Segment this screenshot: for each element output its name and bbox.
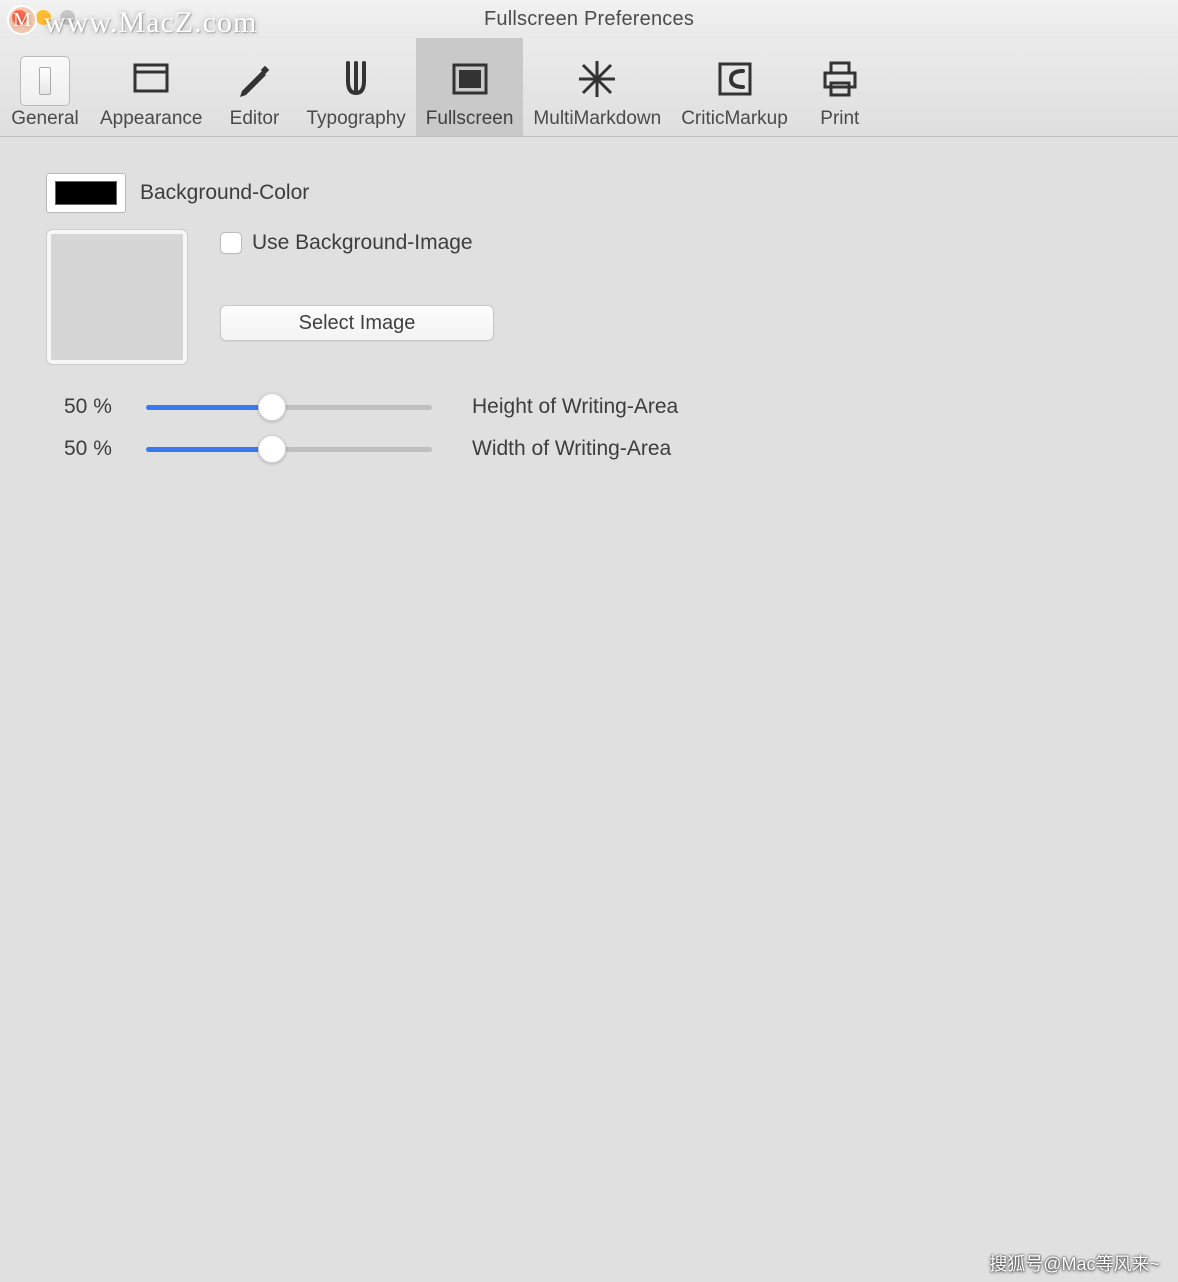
tab-label: Fullscreen <box>424 108 516 130</box>
tab-editor[interactable]: Editor <box>212 38 296 136</box>
editor-icon <box>232 57 276 106</box>
width-slider-value: 50 % <box>46 437 146 461</box>
background-color-well[interactable] <box>46 173 126 213</box>
fullscreen-icon <box>448 57 492 106</box>
print-icon <box>818 57 862 106</box>
use-background-image-label: Use Background-Image <box>252 231 473 255</box>
tab-label: General <box>9 108 81 130</box>
width-slider[interactable] <box>146 435 432 463</box>
tab-label: Appearance <box>98 108 204 130</box>
select-image-button[interactable]: Select Image <box>220 305 494 341</box>
tab-multimarkdown[interactable]: MultiMarkdown <box>523 38 671 136</box>
image-options: Use Background-Image Select Image <box>220 229 494 341</box>
appearance-icon <box>129 57 173 106</box>
height-slider[interactable] <box>146 393 432 421</box>
zoom-button[interactable] <box>60 10 75 25</box>
width-slider-label: Width of Writing-Area <box>472 437 671 461</box>
height-slider-value: 50 % <box>46 395 146 419</box>
tab-general[interactable]: General <box>0 38 90 136</box>
tab-label: Print <box>818 108 861 130</box>
background-color-swatch <box>55 181 117 205</box>
window-title: Fullscreen Preferences <box>484 8 694 31</box>
traffic-lights <box>12 10 75 25</box>
tab-label: CriticMarkup <box>679 108 790 130</box>
tab-appearance[interactable]: Appearance <box>90 38 212 136</box>
use-background-image-checkbox[interactable] <box>220 232 242 254</box>
preferences-toolbar: General Appearance Editor Typography Ful <box>0 38 1178 137</box>
tab-print[interactable]: Print <box>798 38 882 136</box>
height-slider-row: 50 % Height of Writing-Area <box>46 393 1132 421</box>
preferences-window: Fullscreen Preferences General Appearanc… <box>0 0 1178 1282</box>
slider-thumb[interactable] <box>258 393 286 421</box>
tab-typography[interactable]: Typography <box>296 38 415 136</box>
use-background-image-row: Use Background-Image <box>220 231 494 255</box>
criticmarkup-icon <box>713 57 757 106</box>
sliders-group: 50 % Height of Writing-Area 50 % Width o… <box>46 393 1132 463</box>
multimarkdown-icon <box>575 57 619 106</box>
close-button[interactable] <box>12 10 27 25</box>
titlebar: Fullscreen Preferences <box>0 0 1178 38</box>
tab-label: Typography <box>304 108 407 130</box>
background-color-label: Background-Color <box>140 181 309 205</box>
slider-fill <box>146 405 272 410</box>
general-icon <box>20 56 70 106</box>
fullscreen-pane: Background-Color Use Background-Image Se… <box>0 137 1178 1282</box>
tab-fullscreen[interactable]: Fullscreen <box>416 38 524 136</box>
tab-label: MultiMarkdown <box>531 108 663 130</box>
background-color-row: Background-Color <box>46 173 1132 213</box>
background-image-well[interactable] <box>46 229 188 365</box>
tab-label: Editor <box>228 108 282 130</box>
slider-thumb[interactable] <box>258 435 286 463</box>
height-slider-label: Height of Writing-Area <box>472 395 678 419</box>
slider-fill <box>146 447 272 452</box>
typography-icon <box>334 57 378 106</box>
tab-criticmarkup[interactable]: CriticMarkup <box>671 38 798 136</box>
minimize-button[interactable] <box>36 10 51 25</box>
width-slider-row: 50 % Width of Writing-Area <box>46 435 1132 463</box>
background-image-row: Use Background-Image Select Image <box>46 229 1132 365</box>
